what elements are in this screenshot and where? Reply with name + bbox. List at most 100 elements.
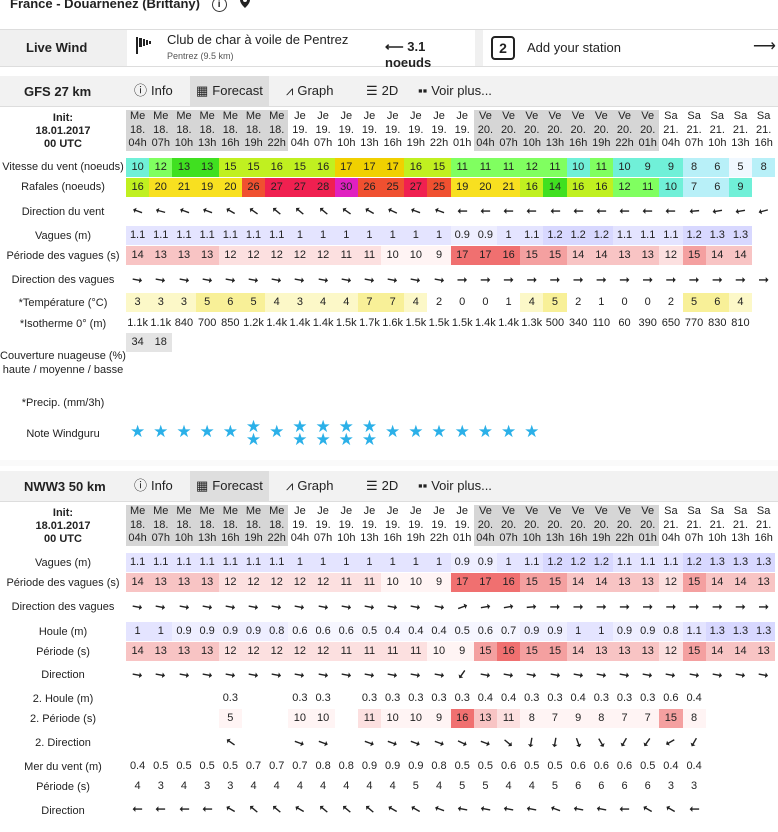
wind-sea-direction-arrow: ➞ [384,800,402,819]
gust-cell: 16 [589,178,613,197]
gust-cell: 16 [566,178,590,197]
tab-2d[interactable]: ☰ 2D [360,76,404,106]
wind-direction-arrow: ➞ [456,204,468,219]
wave-height-cell: 1 [288,553,312,572]
swell2-period-cell [729,709,752,728]
tab-graph-2[interactable]: ⩘ Graph [280,471,339,501]
wind-arrow-icon: ⟵ [385,39,404,54]
wave-height-cell: 0.9 [450,553,474,572]
swell2-period-cell [149,709,172,728]
wind-sea-cell: 0.6 [593,760,609,772]
swell-height-cell: 1.3 [705,622,729,641]
wave-height-cell: 1.1 [612,226,637,245]
wave-height-cell: 1 [381,226,405,245]
wind-speed-cell: 10 [566,158,590,177]
wave-period-cell: 11 [334,246,358,265]
swell-height-cell: 0.8 [659,622,683,641]
wave-height-cell: 1.1 [195,226,219,245]
add-station-card[interactable]: 2 Add your station ⟶ [483,30,778,66]
wave-direction-arrow: ➞ [526,272,538,287]
wave-direction-arrow: ➞ [456,272,468,287]
map-pin-icon[interactable] [240,0,251,11]
star-icon: ★ [524,422,540,441]
temperature-cell: 3 [288,293,312,312]
swell2-period-cell [196,709,219,728]
wave-direction-arrow: ➞ [665,599,677,614]
nww3-init: Init: 18.01.2017 00 UTC [0,507,126,546]
wave-direction-arrow: ➞ [432,271,446,288]
wave-period-cell: 12 [265,246,289,265]
wave-period-cell: 12 [288,246,312,265]
wave-height-cell: 1 [334,226,358,245]
swell-height-cell: 1 [126,622,150,641]
wind-sea-cell: 0.8 [338,760,354,772]
gust-cell: 20 [149,178,173,197]
swell2-height-cell: 0.4 [477,692,494,704]
info-icon[interactable]: i [211,0,227,13]
arrow-right-icon[interactable]: ⟶ [753,36,776,56]
tab-forecast[interactable]: ▦ Forecast [190,76,269,106]
star-icon: ★ [431,422,447,441]
swell2-period-cell [335,709,358,728]
tab-info-label: Info [151,83,173,98]
apps-icon: ▪▪ [418,478,428,493]
time-header-cell: Ve 20. 19h [589,110,613,151]
wave-direction-arrow: ➞ [503,272,515,287]
nww3-model-label: NWW3 50 km [24,479,106,494]
wave-period-cell: 16 [497,246,521,265]
swell-direction-arrow: ➞ [270,666,284,683]
swell-direction-arrow: ➞ [293,666,307,683]
tab-more[interactable]: ▪▪ Voir plus... [412,76,498,106]
rating-star-cell: ★ ★ [312,420,335,450]
layers-icon: ☰ [366,83,378,98]
wave-height-cell: 1.2 [589,553,613,572]
wave-direction-arrow: ➞ [246,598,261,615]
temperature-cell: 0 [621,296,628,308]
wave-direction-arrow: ➞ [339,598,353,615]
wind-sea-period-cell: 6 [621,780,628,792]
swell2-period-cell: 8 [589,709,613,728]
isotherm-cell: 60 [618,317,631,329]
star-icon: ★ [129,422,146,441]
wind-sea-cell [729,757,752,776]
gfs-cloud-row: 34 18 [126,333,173,352]
time-header-cell: Je 19. 01h [453,505,472,544]
wind-speed-cell: 11 [450,158,474,177]
wave-period-cell: 9 [427,246,451,265]
gfs-waves-row: 1.1 1.1 1.1 1.1 1.1 1.1 1.1 1 1 1 1 1 1 1 0.9 0.9 1 1.1 1.… [126,226,778,245]
wave-direction-arrow: ➞ [735,599,746,614]
wave-height-cell: 1.1 [126,226,150,245]
wind-sea-direction-arrow: ➞ [407,800,425,819]
tab-graph[interactable]: ⩘ Graph [280,76,339,106]
gust-cell: 9 [728,178,753,197]
wave-direction-arrow: ➞ [362,598,377,615]
tab-2d-label: 2D [381,478,399,493]
swell-direction-arrow: ➞ [223,666,238,683]
wind-direction-arrow: ➞ [526,204,538,219]
init-label: Init: [52,507,74,519]
wave-direction-arrow: ➞ [758,599,770,614]
wind-speed-cell: 13 [172,158,196,177]
swell-height-cell: 0.6 [334,622,358,641]
swell2-period-cell: 7 [636,709,660,728]
wave-direction-arrow: ➞ [642,599,654,614]
time-header-cell: Me 18. 10h [172,505,196,546]
time-header-cell: Je 19. 16h [383,110,402,149]
wind-sea-cell: 0.8 [315,760,331,772]
swell2-height-cell: 0.3 [361,692,378,704]
tab-forecast-2[interactable]: ▦ Forecast [190,471,269,501]
tab-more-2[interactable]: ▪▪ Voir plus... [412,471,498,501]
init-time: 00 UTC [44,138,82,150]
station-card[interactable]: Club de char à voile de Pentrez Pentrez … [127,30,475,70]
wind-direction-arrow: ➞ [733,203,748,220]
swell2-direction-arrow: ➞ [384,733,401,752]
tab-info[interactable]: ⓘ Info [128,76,179,106]
wave-period-cell: 14 [589,573,613,592]
gust-cell: 21 [172,178,196,197]
time-header-cell: Me 18. 04h [126,505,150,546]
wave-direction-arrow: ➞ [711,599,723,614]
swell-period-cell: 12 [241,642,266,661]
tab-info-2[interactable]: ⓘ Info [128,471,179,501]
label-precip: *Precip. (mm/3h) [21,397,105,409]
tab-2d-2[interactable]: ☰ 2D [360,471,404,501]
